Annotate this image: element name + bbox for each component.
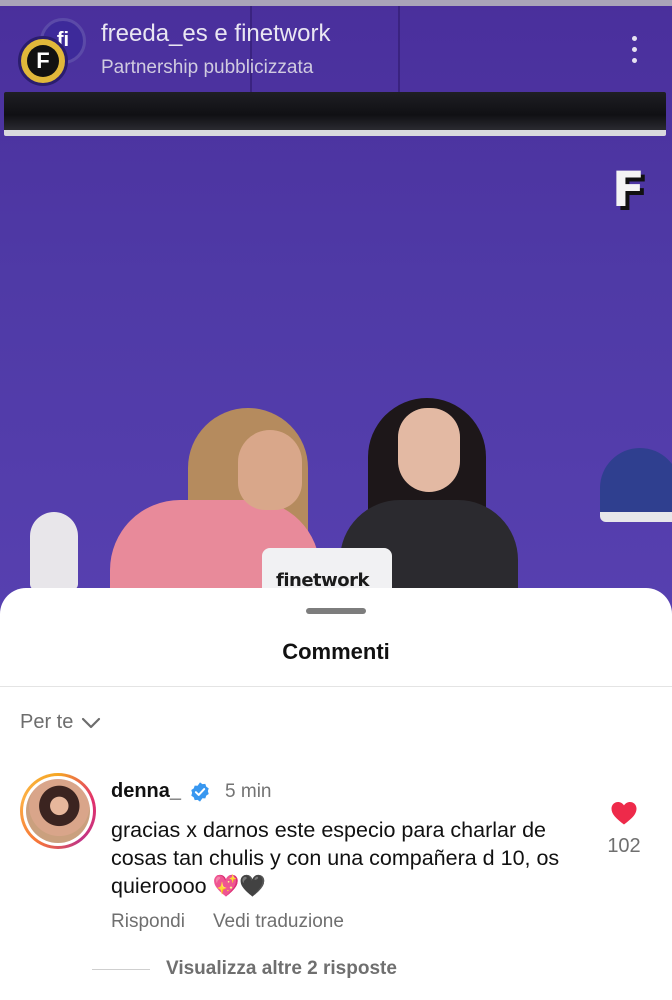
kebab-menu-icon[interactable] — [622, 36, 646, 70]
chevron-down-icon — [82, 717, 101, 728]
avatar-photo — [26, 779, 90, 843]
comment-filter-dropdown[interactable]: Per te — [20, 711, 101, 734]
wall-logo: F — [612, 162, 645, 218]
comment-text: gracias x darnos este especio para charl… — [111, 818, 560, 898]
comments-sheet: Commenti Per te denna_ 5 min gracias x d… — [0, 588, 672, 1000]
view-replies-label: Visualizza altre 2 risposte — [166, 958, 397, 979]
desk-lamp — [600, 448, 672, 522]
presenter-left-face — [238, 430, 302, 510]
view-replies-button[interactable]: Visualizza altre 2 risposte — [92, 958, 397, 980]
see-translation-button[interactable]: Vedi traduzione — [213, 911, 344, 933]
comment-actions: Rispondi Vedi traduzione — [111, 911, 344, 933]
post-authors[interactable]: freeda_es e finetwork — [101, 20, 330, 48]
author-avatar-freeda[interactable]: F — [18, 36, 68, 86]
wall-seam — [398, 6, 400, 96]
paid-partnership-label[interactable]: Partnership pubblicizzata — [101, 57, 313, 79]
verified-badge-icon — [191, 781, 209, 802]
comment-like: 102 — [604, 800, 644, 858]
filter-label: Per te — [20, 711, 74, 733]
commenter-avatar[interactable] — [20, 773, 96, 849]
ceiling-lamp — [4, 92, 666, 136]
reply-button[interactable]: Rispondi — [111, 911, 185, 933]
presenter-right-face — [398, 408, 460, 492]
sheet-title: Commenti — [282, 639, 390, 664]
drag-handle[interactable] — [306, 608, 366, 614]
avatar-label: F — [27, 45, 59, 77]
commenter-username[interactable]: denna_ — [111, 780, 181, 803]
replies-divider-line — [92, 968, 150, 970]
statue-bust — [30, 512, 78, 590]
divider — [0, 686, 672, 687]
comment-timestamp: 5 min — [225, 780, 272, 802]
status-bar-strip — [0, 0, 672, 6]
reel-video[interactable]: F finetwork — [0, 0, 672, 620]
heart-icon[interactable] — [610, 800, 638, 826]
comment-header: denna_ 5 min — [111, 780, 272, 803]
like-count: 102 — [607, 835, 641, 857]
